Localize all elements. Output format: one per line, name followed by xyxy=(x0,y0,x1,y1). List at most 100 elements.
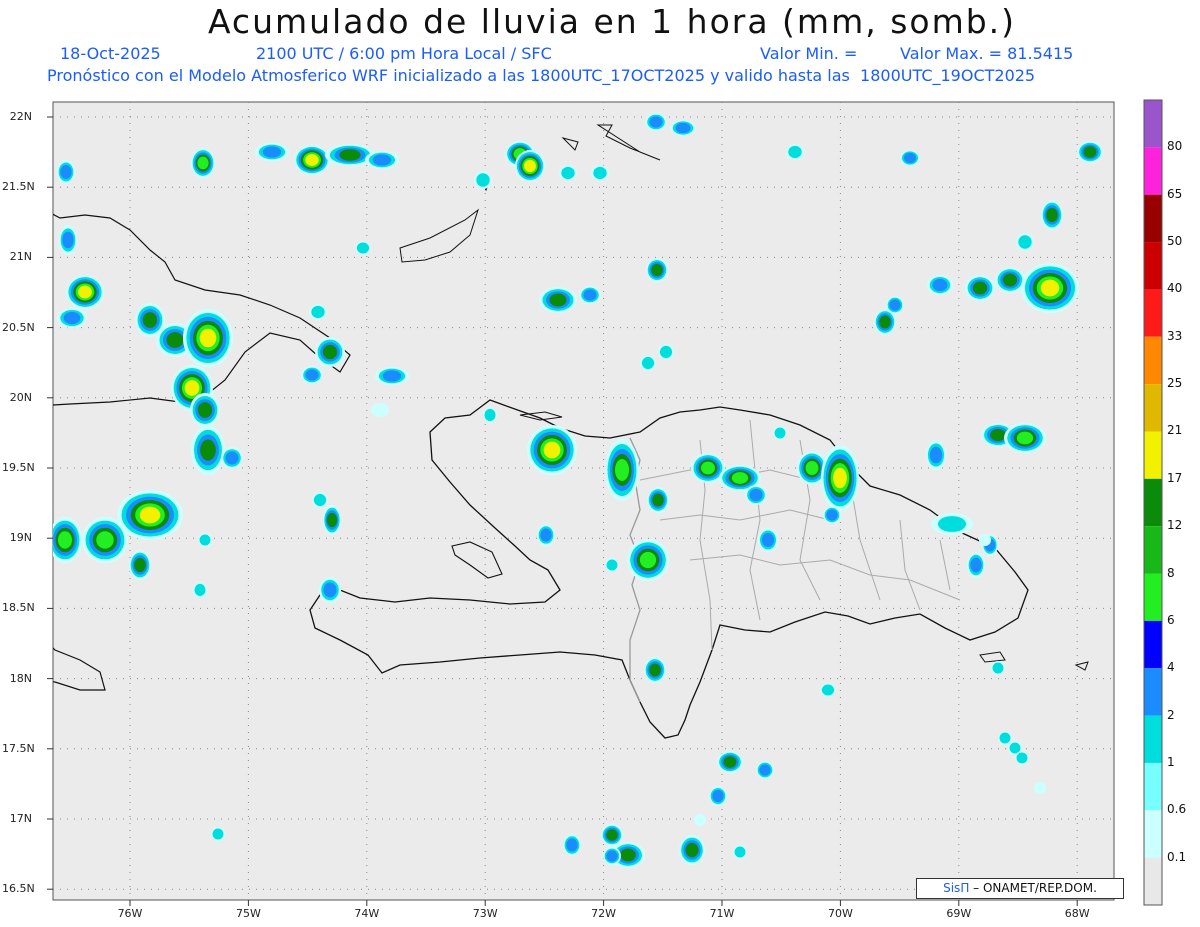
colorbar-segment xyxy=(1144,526,1162,574)
lon-label: 72W xyxy=(591,907,617,920)
rain-cell xyxy=(967,552,985,578)
rain-cell xyxy=(211,827,225,841)
colorbar-label: 12 xyxy=(1167,518,1183,533)
rain-cell xyxy=(645,113,667,131)
rain-cell xyxy=(900,150,920,166)
lon-label: 75W xyxy=(235,907,261,920)
rain-cell xyxy=(601,824,623,846)
rain-cell xyxy=(315,337,345,367)
rain-cell xyxy=(926,440,946,470)
rain-cell xyxy=(786,144,804,160)
lat-label: 16.5N xyxy=(2,882,35,896)
rain-cell xyxy=(591,165,609,181)
colorbar-segment xyxy=(1144,431,1162,479)
credit-box: SisΠ – ONAMET/REP.DOM. xyxy=(916,878,1124,899)
lat-label: 21N xyxy=(9,250,32,264)
colorbar-segment xyxy=(1144,289,1162,337)
rain-cell xyxy=(644,657,666,683)
rain-cell xyxy=(82,517,128,563)
rain-cell xyxy=(563,834,581,856)
colorbar-segment xyxy=(1144,384,1162,432)
rain-cell xyxy=(823,506,841,524)
rain-cell xyxy=(312,492,328,508)
lat-label: 20N xyxy=(9,390,32,404)
rain-cell xyxy=(679,835,705,865)
colorbar-label: 25 xyxy=(1167,376,1183,391)
rain-cell xyxy=(57,308,87,328)
colorbar-label: 1 xyxy=(1167,754,1175,769)
plot-area xyxy=(52,101,1115,901)
rain-cell xyxy=(301,366,323,384)
rain-cell xyxy=(670,120,696,136)
rain-cell xyxy=(319,577,341,603)
rain-cell xyxy=(647,487,669,513)
rain-cell xyxy=(646,258,668,282)
rain-cell xyxy=(991,661,1005,675)
rain-cell xyxy=(758,528,778,552)
colorbar-segment xyxy=(1144,194,1162,243)
colorbar-label: 2 xyxy=(1167,707,1175,722)
colorbar-label: 50 xyxy=(1167,234,1183,249)
colorbar-segment xyxy=(1144,147,1162,195)
lat-label: 18.5N xyxy=(2,601,35,615)
rain-cell xyxy=(537,524,555,546)
lat-label: 19N xyxy=(9,531,32,545)
colorbar-label: 33 xyxy=(1167,328,1183,343)
rain-cell xyxy=(709,786,727,806)
lat-label: 17N xyxy=(9,812,32,825)
rain-cell xyxy=(375,367,409,385)
rain-cell xyxy=(745,485,767,505)
colorbar-label: 8 xyxy=(1167,565,1175,580)
colorbar-label: 4 xyxy=(1167,660,1175,675)
rain-cell xyxy=(365,151,399,169)
colorbar-segment xyxy=(1144,762,1162,811)
lat-label: 22N xyxy=(9,110,32,123)
rain-cell xyxy=(255,143,289,161)
colorbar-segment xyxy=(1144,810,1162,858)
colorbar-label: 80 xyxy=(1167,139,1183,154)
colorbar xyxy=(1143,99,1163,906)
rain-cell xyxy=(756,761,774,779)
rain-cell xyxy=(579,286,601,304)
lon-label: 76W xyxy=(117,907,143,920)
rain-cell xyxy=(995,267,1025,293)
colorbar-label: 0.1 xyxy=(1167,849,1187,864)
rain-cell xyxy=(998,731,1012,745)
rain-cell xyxy=(57,160,75,184)
lon-label: 70W xyxy=(827,907,853,920)
rain-cell xyxy=(129,550,151,580)
colorbar-segment xyxy=(1144,573,1162,621)
rain-cell xyxy=(640,355,656,371)
colorbar-segment xyxy=(1144,242,1162,290)
rain-cell xyxy=(53,517,82,563)
colorbar-segment xyxy=(1144,668,1162,716)
colorbar-segment xyxy=(1144,620,1162,669)
lat-label: 19.5N xyxy=(2,461,35,474)
lat-label: 18N xyxy=(9,671,32,685)
lon-label: 69W xyxy=(946,907,972,920)
rain-cell xyxy=(323,505,341,535)
rain-cell xyxy=(190,393,220,427)
rain-cell xyxy=(965,275,995,301)
rain-cell xyxy=(1077,141,1103,163)
credit-text: – ONAMET/REP.DOM. xyxy=(973,881,1097,895)
colorbar-segment xyxy=(1144,715,1162,763)
rain-cell xyxy=(371,403,389,417)
lat-label: 21.5N xyxy=(2,180,35,194)
colorbar-segment xyxy=(1144,100,1162,148)
rain-cell xyxy=(66,275,104,309)
rain-cell xyxy=(627,539,669,581)
sispi-logo: SisΠ xyxy=(943,881,970,895)
lon-label: 71W xyxy=(709,907,735,920)
rain-cell xyxy=(886,296,904,314)
rain-cell xyxy=(733,845,747,859)
rain-cell xyxy=(1016,233,1034,251)
rain-cell xyxy=(658,344,674,360)
rain-cell xyxy=(1004,423,1046,453)
colorbar-label: 0.6 xyxy=(1167,802,1187,817)
rain-cell xyxy=(59,225,77,255)
colorbar-label: 17 xyxy=(1167,470,1183,485)
rain-cell xyxy=(694,814,706,826)
rain-cell xyxy=(309,304,327,320)
rain-cell xyxy=(193,582,207,598)
